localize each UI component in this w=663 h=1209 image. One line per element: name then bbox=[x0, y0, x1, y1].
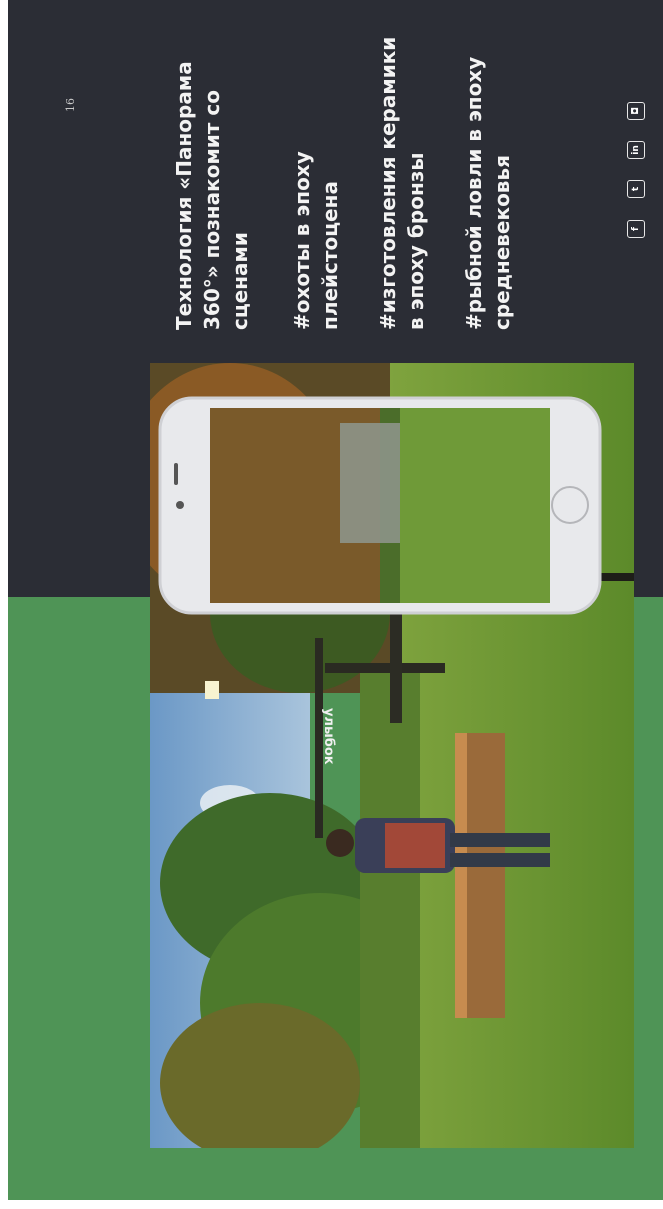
ceramics-paragraph: #изготовления керамики в эпоху бронзы bbox=[374, 37, 430, 330]
linkedin-icon[interactable]: in bbox=[627, 141, 645, 159]
sign-text: улыбок bbox=[321, 708, 336, 765]
instagram-icon[interactable]: ◘ bbox=[627, 102, 645, 120]
brochure-page: 16 Технология «Панорама 360°» познакомит… bbox=[0, 0, 663, 1209]
fishing-line: #рыбной ловли в эпоху bbox=[462, 56, 486, 330]
intro-line: Технология «Панорама bbox=[172, 61, 196, 330]
twitter-icon[interactable]: t bbox=[627, 180, 645, 198]
hunting-paragraph: #охоты в эпоху плейстоцена bbox=[288, 151, 344, 330]
intro-line: сценами bbox=[228, 232, 252, 330]
ceramics-line: в эпоху бронзы bbox=[404, 152, 428, 330]
park-photo: улыбок bbox=[150, 363, 634, 1148]
hunting-line: плейстоцена bbox=[318, 181, 342, 330]
intro-line: 360°» познакомит со bbox=[200, 90, 224, 330]
facebook-icon[interactable]: f bbox=[627, 220, 645, 238]
page-number: 16 bbox=[64, 98, 77, 112]
ceramics-line: #изготовления керамики bbox=[376, 36, 400, 330]
park-photo-illustration: улыбок bbox=[150, 363, 634, 1148]
intro-paragraph: Технология «Панорама 360°» познакомит со… bbox=[170, 61, 254, 330]
fishing-line: средневековья bbox=[490, 155, 514, 330]
fishing-paragraph: #рыбной ловли в эпоху средневековья bbox=[460, 57, 516, 330]
hunting-line: #охоты в эпоху bbox=[290, 151, 314, 330]
